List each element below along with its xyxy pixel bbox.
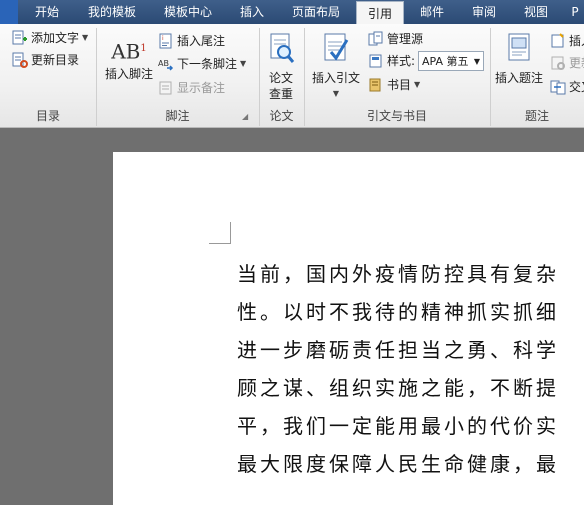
tab-mailings[interactable]: 邮件 xyxy=(410,0,454,24)
insert-endnote-icon: i xyxy=(159,33,172,49)
tab-partial[interactable]: P xyxy=(566,0,584,24)
style-label-text: 样式: xyxy=(387,54,416,68)
paragraph-line[interactable]: 当前，国内外疫情防控具有复杂 xyxy=(237,258,559,287)
paragraph-line[interactable]: 进一步磨砺责任担当之勇、科学 xyxy=(237,334,559,363)
add-text-button[interactable]: 添加文字 ▼ xyxy=(12,29,88,47)
insert-table-figures-icon xyxy=(551,33,564,48)
update-table-label: 更新 xyxy=(569,56,584,70)
citation-style-value: APA 第五 xyxy=(422,55,469,68)
update-table-icon xyxy=(551,56,565,70)
manage-sources-label: 管理源 xyxy=(387,32,424,46)
insert-endnote-button[interactable]: i 插入尾注 xyxy=(158,32,225,50)
chevron-down-icon: ▼ xyxy=(240,59,247,68)
style-icon xyxy=(369,54,382,68)
tab-home[interactable]: 开始 xyxy=(24,0,70,24)
bibliography-label: 书目 xyxy=(387,78,412,92)
insert-citation-button[interactable]: 插入引文 ▼ xyxy=(308,30,364,102)
footnote-icon: AB1 xyxy=(111,39,147,64)
group-label-footnotes: 脚注 xyxy=(165,109,190,123)
insert-caption-icon xyxy=(508,33,530,61)
paper-check-label-2: 查重 xyxy=(268,87,293,101)
file-tab[interactable] xyxy=(0,0,18,24)
chevron-down-icon: ▼ xyxy=(82,33,89,42)
next-footnote-label: 下一条脚注 xyxy=(177,57,238,71)
citation-style-select[interactable]: APA 第五 ▼ xyxy=(418,51,484,71)
insert-endnote-label: 插入尾注 xyxy=(177,34,226,48)
cross-reference-icon xyxy=(550,80,566,95)
style-label: 样式: xyxy=(368,52,415,70)
update-table-button[interactable]: 更新 xyxy=(550,54,584,72)
insert-table-figures-button[interactable]: 插入 xyxy=(550,32,584,50)
update-toc-button[interactable]: 更新目录 xyxy=(12,51,79,69)
bibliography-icon xyxy=(369,78,381,92)
document-page[interactable]: 当前，国内外疫情防控具有复杂 性。以时不我待的精神抓实抓细 进一步磨砺责任担当之… xyxy=(113,152,584,505)
group-label-captions: 题注 xyxy=(524,109,549,123)
paragraph-line[interactable]: 性。以时不我待的精神抓实抓细 xyxy=(237,296,559,325)
next-footnote-button[interactable]: AB 下一条脚注 ▼ xyxy=(158,55,246,73)
insert-footnote-button[interactable]: AB1 插入脚注 xyxy=(100,32,158,82)
add-text-label: 添加文字 xyxy=(31,31,80,45)
paper-check-label-1: 论文 xyxy=(268,71,293,85)
cross-reference-button[interactable]: 交叉 xyxy=(550,78,584,96)
chevron-down-icon: ▼ xyxy=(473,57,480,66)
insert-footnote-label: 插入脚注 xyxy=(104,67,153,81)
paragraph-line[interactable]: 顾之谋、组织实施之能，不断提 xyxy=(237,372,559,401)
ribbon-tab-bar: 开始 我的模板 模板中心 插入 页面布局 引用 邮件 审阅 视图 P xyxy=(0,0,584,26)
group-label-citations: 引文与书目 xyxy=(366,109,427,123)
cross-reference-label: 交叉 xyxy=(569,80,584,94)
bibliography-button[interactable]: 书目 ▼ xyxy=(368,76,420,94)
update-toc-icon xyxy=(12,52,28,68)
paragraph-line[interactable]: 平，我们一定能用最小的代价实 xyxy=(237,410,559,439)
update-toc-label: 更新目录 xyxy=(31,53,80,67)
paper-check-button[interactable]: 论文 查重 xyxy=(262,32,300,102)
tab-references[interactable]: 引用 xyxy=(356,1,404,26)
insert-table-figures-label: 插入 xyxy=(569,34,584,48)
footnote-icon-text: AB xyxy=(111,39,141,64)
add-text-icon xyxy=(12,30,27,45)
group-label-toc: 目录 xyxy=(35,109,60,123)
margin-corner-mark xyxy=(209,222,231,244)
insert-citation-label: 插入引文 xyxy=(311,71,360,85)
group-label-paper: 论文 xyxy=(269,109,294,123)
chevron-down-icon: ▼ xyxy=(332,89,340,98)
chevron-down-icon: ▼ xyxy=(414,80,421,89)
insert-caption-label: 插入题注 xyxy=(494,71,543,85)
show-notes-icon xyxy=(159,81,172,95)
tab-template-center[interactable]: 模板中心 xyxy=(156,0,220,24)
show-notes-button[interactable]: 显示备注 xyxy=(158,79,225,97)
tab-page-layout[interactable]: 页面布局 xyxy=(284,0,348,24)
next-footnote-icon: AB xyxy=(158,59,174,71)
dialog-launcher-icon[interactable]: ◢ xyxy=(242,112,248,121)
ribbon: 添加文字 ▼ 更新目录 目录 AB1 插入脚注 i 插入尾注 AB 下一条脚注 … xyxy=(0,24,584,128)
insert-caption-button[interactable]: 插入题注 xyxy=(492,30,546,86)
tab-review[interactable]: 审阅 xyxy=(462,0,506,24)
show-notes-label: 显示备注 xyxy=(177,81,226,95)
insert-citation-icon xyxy=(324,33,349,61)
manage-sources-icon xyxy=(368,31,383,46)
manage-sources-button[interactable]: 管理源 xyxy=(368,30,423,48)
tab-my-templates[interactable]: 我的模板 xyxy=(80,0,144,24)
paragraph-line[interactable]: 最大限度保障人民生命健康，最 xyxy=(237,448,559,477)
svg-text:AB: AB xyxy=(158,59,169,68)
tab-view[interactable]: 视图 xyxy=(514,0,558,24)
document-area[interactable]: 当前，国内外疫情防控具有复杂 性。以时不我待的精神抓实抓细 进一步磨砺责任担当之… xyxy=(0,128,584,505)
tab-insert[interactable]: 插入 xyxy=(230,0,274,24)
paper-check-icon xyxy=(270,33,295,63)
